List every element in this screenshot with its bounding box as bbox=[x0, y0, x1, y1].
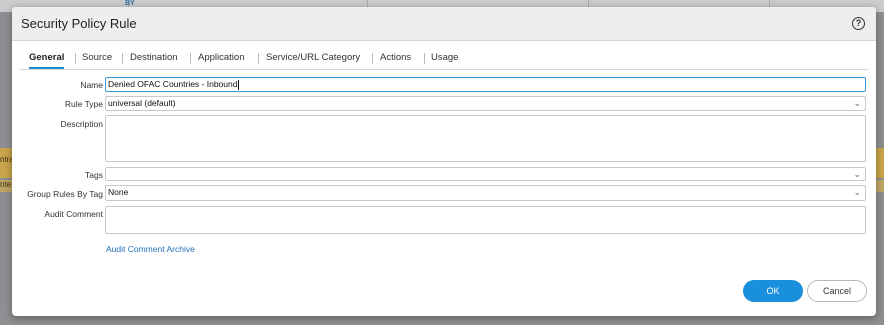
rule-type-label: Rule Type bbox=[64, 99, 103, 109]
tab-separator bbox=[75, 53, 76, 64]
text-cursor bbox=[238, 79, 240, 90]
name-label: Name bbox=[80, 80, 103, 90]
help-icon[interactable]: ? bbox=[852, 17, 865, 30]
tab-underline bbox=[20, 69, 868, 70]
dialog-header: Security Policy Rule ? bbox=[12, 7, 876, 41]
tab-general[interactable]: General bbox=[29, 52, 65, 69]
chevron-down-icon: ⌄ bbox=[853, 169, 861, 179]
tab-usage[interactable]: Usage bbox=[431, 52, 458, 67]
description-textarea[interactable] bbox=[105, 115, 866, 162]
audit-comment-textarea[interactable] bbox=[105, 206, 866, 234]
tab-separator bbox=[424, 53, 425, 64]
tab-separator bbox=[372, 53, 373, 64]
group-rules-by-tag-label: Group Rules By Tag bbox=[27, 189, 103, 199]
tab-source[interactable]: Source bbox=[82, 52, 112, 67]
tab-separator bbox=[258, 53, 259, 64]
group-rules-by-tag-value: None bbox=[108, 187, 129, 197]
name-input-value: Denied OFAC Countries - Inbound bbox=[108, 79, 238, 89]
tab-application[interactable]: Application bbox=[198, 52, 244, 67]
rule-type-select[interactable]: universal (default) ⌄ bbox=[105, 96, 866, 111]
tags-select[interactable]: ⌄ bbox=[105, 167, 866, 181]
audit-comment-label: Audit Comment bbox=[44, 209, 103, 219]
description-label: Description bbox=[60, 119, 103, 129]
tab-destination[interactable]: Destination bbox=[130, 52, 178, 67]
audit-comment-archive-link[interactable]: Audit Comment Archive bbox=[106, 244, 195, 254]
tags-label: Tags bbox=[85, 170, 103, 180]
group-rules-by-tag-select[interactable]: None ⌄ bbox=[105, 185, 866, 201]
dialog-title: Security Policy Rule bbox=[21, 16, 137, 31]
tab-actions[interactable]: Actions bbox=[380, 52, 411, 67]
cancel-button[interactable]: Cancel bbox=[807, 280, 867, 302]
background-band-text: nte bbox=[0, 180, 12, 189]
chevron-down-icon: ⌄ bbox=[853, 98, 861, 108]
rule-type-value: universal (default) bbox=[108, 98, 176, 108]
security-policy-rule-dialog: Security Policy Rule ? General Source De… bbox=[12, 7, 876, 316]
tab-separator bbox=[122, 53, 123, 64]
chevron-down-icon: ⌄ bbox=[853, 187, 861, 197]
tab-service-url-category[interactable]: Service/URL Category bbox=[266, 52, 360, 67]
name-input[interactable]: Denied OFAC Countries - Inbound bbox=[105, 77, 866, 92]
tab-separator bbox=[190, 53, 191, 64]
ok-button[interactable]: OK bbox=[743, 280, 803, 302]
background-by-label: BY bbox=[125, 0, 135, 7]
